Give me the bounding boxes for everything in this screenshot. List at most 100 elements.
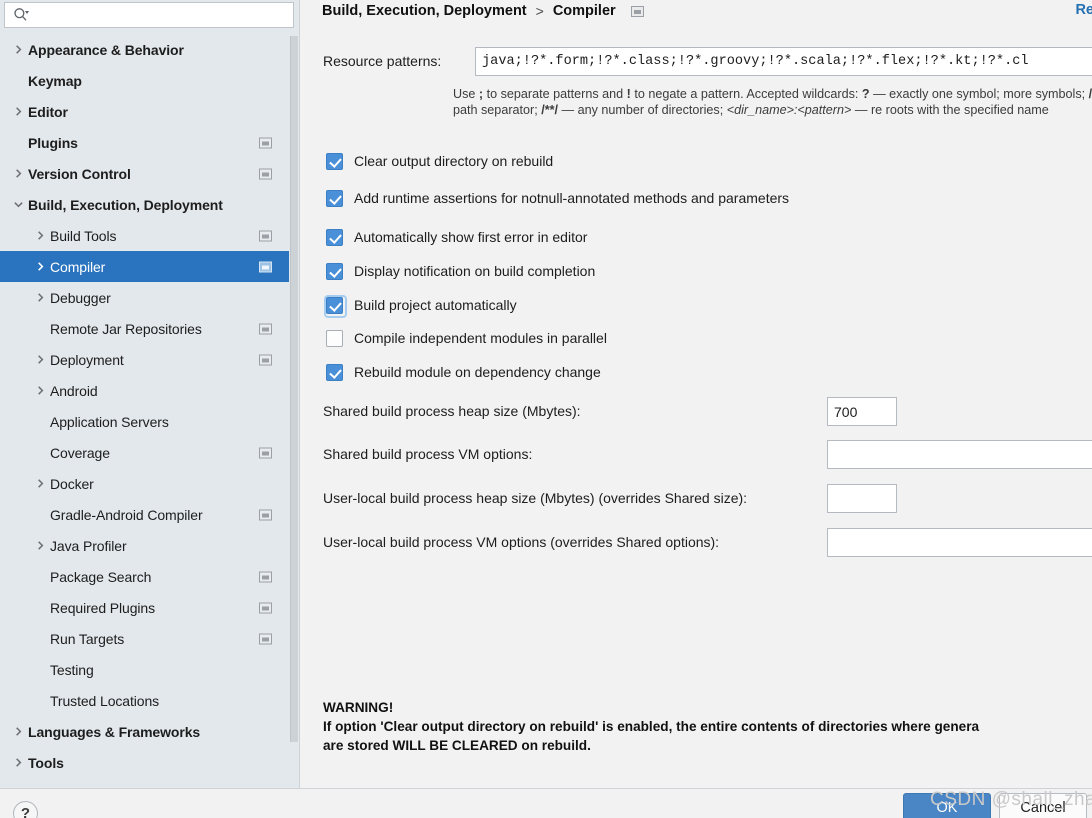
project-scope-badge-icon: [259, 137, 272, 148]
sidebar-item-label: Required Plugins: [50, 599, 156, 616]
chevron-right-icon[interactable]: [30, 292, 50, 303]
checkbox-checked-icon[interactable]: [324, 294, 347, 318]
sidebar-item-trusted-locations[interactable]: Trusted Locations: [0, 685, 290, 716]
sidebar-search-box[interactable]: [4, 2, 294, 28]
sidebar-item-languages-frameworks[interactable]: Languages & Frameworks: [0, 716, 290, 747]
reset-link[interactable]: Re: [1075, 2, 1092, 18]
checkbox-row-rebuild-module-on-dependency-change[interactable]: Rebuild module on dependency change: [326, 362, 601, 382]
checkbox-checked-icon[interactable]: [326, 363, 343, 381]
sidebar-item-android[interactable]: Android: [0, 375, 290, 406]
checkbox-row-build-project-automatically[interactable]: Build project automatically: [324, 294, 517, 318]
field-box-2[interactable]: [827, 484, 897, 513]
sidebar-item-tools[interactable]: Tools: [0, 747, 290, 778]
sidebar-item-label: Keymap: [28, 72, 82, 89]
warning-line-2: are stored WILL BE CLEARED on rebuild.: [323, 738, 591, 753]
sidebar-item-label: Debugger: [50, 289, 111, 306]
sidebar-item-compiler[interactable]: Compiler: [0, 251, 290, 282]
help-text-9: roots with the specified name: [885, 103, 1049, 117]
sidebar-item-deployment[interactable]: Deployment: [0, 344, 290, 375]
field-box-1[interactable]: [827, 440, 1092, 469]
sidebar-item-label: Docker: [50, 475, 94, 492]
settings-sidebar: Appearance & Behavior Keymap Editor Plugins…: [0, 0, 300, 788]
sidebar-item-build-tools[interactable]: Build Tools: [0, 220, 290, 251]
sidebar-item-label: Application Servers: [50, 413, 169, 430]
chevron-right-icon[interactable]: [8, 44, 28, 55]
sidebar-item-package-search[interactable]: Package Search: [0, 561, 290, 592]
sidebar-item-required-plugins[interactable]: Required Plugins: [0, 592, 290, 623]
sidebar-item-appearance-behavior[interactable]: Appearance & Behavior: [0, 34, 290, 65]
field-input-2[interactable]: [828, 485, 896, 512]
checkbox-checked-icon[interactable]: [326, 152, 343, 170]
breadcrumb-parent[interactable]: Build, Execution, Deployment: [322, 3, 527, 19]
help-text-7: — any number of directories;: [558, 103, 727, 117]
sidebar-item-keymap[interactable]: Keymap: [0, 65, 290, 96]
help-text-5: more symbols;: [1003, 87, 1089, 101]
project-scope-badge-icon: [259, 230, 272, 241]
resource-patterns-field[interactable]: [475, 47, 1092, 76]
sidebar-item-java-profiler[interactable]: Java Profiler: [0, 530, 290, 561]
sidebar-item-debugger[interactable]: Debugger: [0, 282, 290, 313]
sidebar-item-docker[interactable]: Docker: [0, 468, 290, 499]
sidebar-item-run-targets[interactable]: Run Targets: [0, 623, 290, 654]
sidebar-item-gradle-android-compiler[interactable]: Gradle-Android Compiler: [0, 499, 290, 530]
checkbox-checked-icon[interactable]: [326, 262, 343, 280]
ok-button[interactable]: OK: [903, 793, 991, 818]
checkbox-row-clear-output-directory-on-rebuild[interactable]: Clear output directory on rebuild: [326, 151, 553, 171]
field-box-3[interactable]: [827, 528, 1092, 557]
sidebar-item-version-control[interactable]: Version Control: [0, 158, 290, 189]
resource-patterns-label: Resource patterns:: [323, 53, 442, 69]
checkbox-checked-icon[interactable]: [326, 228, 343, 246]
project-scope-badge-icon: [259, 602, 272, 613]
field-input-0[interactable]: [828, 398, 896, 425]
sidebar-item-label: Editor: [28, 103, 68, 120]
settings-main-panel: Build, Execution, Deployment > Compiler …: [300, 0, 1092, 788]
checkbox-row-add-runtime-assertions-for-notnull-annotated-methods-and-parameters[interactable]: Add runtime assertions for notnull-annot…: [326, 188, 789, 208]
sidebar-item-label: Build Tools: [50, 227, 117, 244]
checkbox-unchecked-icon[interactable]: [326, 329, 343, 347]
chevron-right-icon[interactable]: [30, 540, 50, 551]
field-input-3[interactable]: [828, 529, 1092, 556]
chevron-right-icon[interactable]: [30, 478, 50, 489]
sidebar-item-testing[interactable]: Testing: [0, 654, 290, 685]
sidebar-search-input[interactable]: [33, 4, 287, 26]
sidebar-scrollbar-thumb[interactable]: [290, 36, 298, 742]
sidebar-item-plugins[interactable]: Plugins: [0, 127, 290, 158]
warning-line-1: If option 'Clear output directory on reb…: [323, 719, 980, 734]
chevron-down-icon[interactable]: [8, 199, 28, 210]
resource-patterns-input[interactable]: [476, 48, 1092, 75]
checkbox-checked-icon[interactable]: [326, 189, 343, 207]
settings-dialog: Appearance & Behavior Keymap Editor Plugins…: [0, 0, 1092, 818]
settings-tree: Appearance & Behavior Keymap Editor Plugins…: [0, 34, 290, 788]
field-label-2: User-local build process heap size (Mbyt…: [323, 490, 748, 506]
chevron-right-icon[interactable]: [8, 726, 28, 737]
chevron-right-icon[interactable]: [30, 354, 50, 365]
field-box-0[interactable]: [827, 397, 897, 426]
project-scope-badge-icon: [259, 323, 272, 334]
chevron-right-icon[interactable]: [8, 168, 28, 179]
help-question: ?: [861, 87, 870, 101]
cancel-button[interactable]: Cancel: [999, 793, 1087, 818]
checkbox-row-compile-independent-modules-in-parallel[interactable]: Compile independent modules in parallel: [326, 328, 607, 348]
sidebar-item-build-execution-deployment[interactable]: Build, Execution, Deployment: [0, 189, 290, 220]
sidebar-item-label: Trusted Locations: [50, 692, 160, 709]
checkbox-row-automatically-show-first-error-in-editor[interactable]: Automatically show first error in editor: [326, 227, 587, 247]
breadcrumb-separator: >: [535, 3, 544, 19]
sidebar-item-application-servers[interactable]: Application Servers: [0, 406, 290, 437]
sidebar-item-label: Remote Jar Repositories: [50, 320, 202, 337]
checkbox-label: Automatically show first error in editor: [354, 229, 588, 245]
help-button[interactable]: ?: [13, 801, 38, 818]
sidebar-item-editor[interactable]: Editor: [0, 96, 290, 127]
chevron-right-icon[interactable]: [30, 261, 50, 272]
field-input-1[interactable]: [828, 441, 1092, 468]
checkbox-row-display-notification-on-build-completion[interactable]: Display notification on build completion: [326, 261, 595, 281]
chevron-right-icon[interactable]: [30, 385, 50, 396]
sidebar-item-coverage[interactable]: Coverage: [0, 437, 290, 468]
help-text-2: to separate patterns and: [483, 87, 627, 101]
project-scope-badge-icon: [259, 261, 272, 272]
chevron-right-icon[interactable]: [8, 757, 28, 768]
checkbox-label: Clear output directory on rebuild: [354, 153, 554, 169]
chevron-right-icon[interactable]: [30, 230, 50, 241]
sidebar-item-remote-jar-repositories[interactable]: Remote Jar Repositories: [0, 313, 290, 344]
sidebar-item-label: Gradle-Android Compiler: [50, 506, 203, 523]
chevron-right-icon[interactable]: [8, 106, 28, 117]
